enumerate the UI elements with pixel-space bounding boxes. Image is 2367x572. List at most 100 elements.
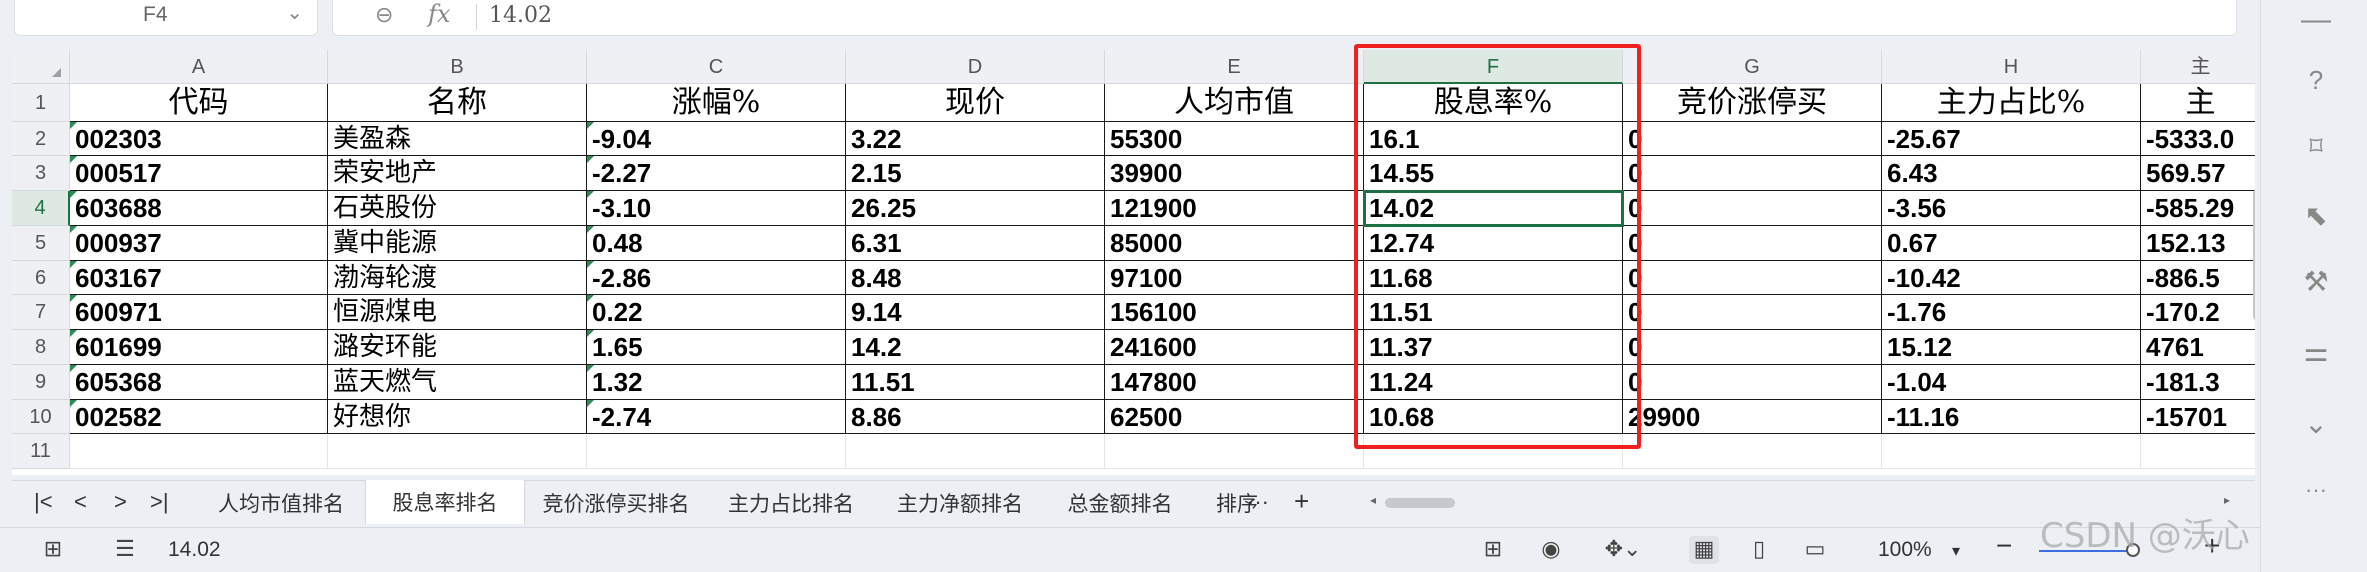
column-header-a[interactable]: A bbox=[70, 50, 328, 84]
row-header-7[interactable]: 7 bbox=[12, 295, 70, 330]
table-cell[interactable]: 恒源煤电 bbox=[328, 295, 587, 330]
table-cell[interactable]: 000517 bbox=[70, 156, 328, 191]
macro-icon[interactable]: ⊞ bbox=[38, 536, 68, 564]
cell-mode-icon[interactable]: ☰ bbox=[110, 536, 140, 564]
column-header-e[interactable]: E bbox=[1105, 50, 1364, 84]
row-header-2[interactable]: 2 bbox=[12, 122, 70, 156]
table-cell[interactable]: 156100 bbox=[1105, 295, 1364, 330]
table-cell[interactable]: 600971 bbox=[70, 295, 328, 330]
table-cell[interactable]: 潞安环能 bbox=[328, 330, 587, 365]
header-cell[interactable]: 代码 bbox=[70, 84, 328, 122]
empty-cell[interactable] bbox=[1623, 434, 1882, 469]
table-cell[interactable]: 000937 bbox=[70, 226, 328, 261]
table-cell[interactable]: 97100 bbox=[1105, 261, 1364, 295]
table-cell[interactable]: 0 bbox=[1623, 330, 1882, 365]
formula-value[interactable]: 14.02 bbox=[489, 3, 552, 28]
table-cell[interactable]: 11.51 bbox=[846, 365, 1105, 400]
table-cell[interactable]: 美盈森 bbox=[328, 122, 587, 156]
help-icon[interactable]: ? bbox=[2296, 60, 2336, 100]
table-cell[interactable]: 0.67 bbox=[1882, 226, 2141, 261]
header-cell[interactable]: 主力占比% bbox=[1882, 84, 2141, 122]
table-cell[interactable]: 26.25 bbox=[846, 191, 1105, 226]
row-header-3[interactable]: 3 bbox=[12, 156, 70, 191]
header-cell[interactable]: 涨幅% bbox=[587, 84, 846, 122]
table-cell[interactable]: 蓝天燃气 bbox=[328, 365, 587, 400]
empty-cell[interactable] bbox=[587, 434, 846, 469]
table-cell[interactable]: 569.57 bbox=[2141, 156, 2255, 191]
table-cell[interactable]: 9.14 bbox=[846, 295, 1105, 330]
table-cell[interactable]: 2.15 bbox=[846, 156, 1105, 191]
table-cell[interactable]: 0 bbox=[1623, 365, 1882, 400]
table-cell[interactable]: 6.31 bbox=[846, 226, 1105, 261]
header-cell[interactable]: 竞价涨停买 bbox=[1623, 84, 1882, 122]
sheet-tab[interactable]: 主力占比排名 bbox=[707, 481, 875, 527]
table-cell[interactable]: 55300 bbox=[1105, 122, 1364, 156]
name-box[interactable]: F4 ⌄ bbox=[14, 0, 318, 36]
row-header-8[interactable]: 8 bbox=[12, 330, 70, 365]
table-cell[interactable]: -1.04 bbox=[1882, 365, 2141, 400]
table-cell[interactable]: 0 bbox=[1623, 226, 1882, 261]
zoom-level[interactable]: 100% bbox=[1878, 538, 1932, 562]
settings-sliders-icon[interactable]: ⚌ bbox=[2296, 332, 2336, 372]
scroll-left-icon[interactable]: ◂ bbox=[1370, 493, 1376, 507]
table-cell[interactable]: 0 bbox=[1623, 191, 1882, 226]
collapse-down-icon[interactable]: ⌄ bbox=[2296, 404, 2336, 444]
table-cell[interactable]: 渤海轮渡 bbox=[328, 261, 587, 295]
table-cell[interactable]: 石英股份 bbox=[328, 191, 587, 226]
table-cell[interactable]: 603167 bbox=[70, 261, 328, 295]
empty-cell[interactable] bbox=[1882, 434, 2141, 469]
column-header-h[interactable]: H bbox=[1882, 50, 2141, 84]
table-cell[interactable]: 8.86 bbox=[846, 400, 1105, 434]
select-all-corner[interactable] bbox=[12, 50, 70, 84]
more-tabs-icon[interactable]: ··· bbox=[1247, 489, 1269, 515]
table-cell[interactable]: -9.04 bbox=[587, 122, 846, 156]
table-cell[interactable]: 好想你 bbox=[328, 400, 587, 434]
table-cell[interactable]: 147800 bbox=[1105, 365, 1364, 400]
row-header-9[interactable]: 9 bbox=[12, 365, 70, 400]
empty-cell[interactable] bbox=[1105, 434, 1364, 469]
header-cell[interactable]: 人均市值 bbox=[1105, 84, 1364, 122]
table-cell[interactable]: 荣安地产 bbox=[328, 156, 587, 191]
first-sheet-icon[interactable]: |< bbox=[34, 489, 53, 515]
table-cell[interactable]: 1.32 bbox=[587, 365, 846, 400]
table-cell[interactable]: -3.56 bbox=[1882, 191, 2141, 226]
table-cell[interactable]: -3.10 bbox=[587, 191, 846, 226]
table-cell[interactable]: -585.29 bbox=[2141, 191, 2255, 226]
table-cell[interactable]: -170.2 bbox=[2141, 295, 2255, 330]
page-break-icon[interactable]: ▭ bbox=[1800, 536, 1830, 564]
table-cell[interactable]: -1.76 bbox=[1882, 295, 2141, 330]
minimize-panel-icon[interactable]: — bbox=[2296, 0, 2336, 40]
table-cell[interactable]: -2.74 bbox=[587, 400, 846, 434]
table-cell[interactable]: 15.12 bbox=[1882, 330, 2141, 365]
row-header-10[interactable]: 10 bbox=[12, 400, 70, 434]
table-cell[interactable]: 85000 bbox=[1105, 226, 1364, 261]
chevron-down-icon[interactable]: ⌄ bbox=[286, 0, 303, 25]
table-cell[interactable]: -5333.0 bbox=[2141, 122, 2255, 156]
table-cell[interactable]: 冀中能源 bbox=[328, 226, 587, 261]
table-cell[interactable]: 0.48 bbox=[587, 226, 846, 261]
formula-input[interactable]: ⊖ fx 14.02 bbox=[332, 0, 2237, 36]
table-cell[interactable]: -11.16 bbox=[1882, 400, 2141, 434]
table-cell[interactable]: 002303 bbox=[70, 122, 328, 156]
table-cell[interactable]: -10.42 bbox=[1882, 261, 2141, 295]
table-cell[interactable]: -15701 bbox=[2141, 400, 2255, 434]
prev-sheet-icon[interactable]: < bbox=[74, 489, 87, 515]
eye-protection-icon[interactable]: ◉ bbox=[1536, 536, 1566, 564]
column-header-b[interactable]: B bbox=[328, 50, 587, 84]
table-cell[interactable]: 4761 bbox=[2141, 330, 2255, 365]
empty-cell[interactable] bbox=[846, 434, 1105, 469]
table-cell[interactable]: -886.5 bbox=[2141, 261, 2255, 295]
column-header-g[interactable]: G bbox=[1623, 50, 1882, 84]
table-cell[interactable]: 3.22 bbox=[846, 122, 1105, 156]
navigation-icon[interactable]: ✥⌄ bbox=[1598, 536, 1648, 564]
table-cell[interactable]: 0 bbox=[1623, 156, 1882, 191]
scrollbar-thumb[interactable] bbox=[1385, 498, 1455, 508]
normal-view-icon[interactable]: ▦ bbox=[1689, 536, 1719, 564]
row-header-5[interactable]: 5 bbox=[12, 226, 70, 261]
sheet-tab[interactable]: 主力净额排名 bbox=[875, 481, 1045, 527]
table-cell[interactable]: 121900 bbox=[1105, 191, 1364, 226]
more-options-icon[interactable]: ··· bbox=[2296, 470, 2336, 510]
table-cell[interactable]: 241600 bbox=[1105, 330, 1364, 365]
table-cell[interactable]: 002582 bbox=[70, 400, 328, 434]
column-header-c[interactable]: C bbox=[587, 50, 846, 84]
